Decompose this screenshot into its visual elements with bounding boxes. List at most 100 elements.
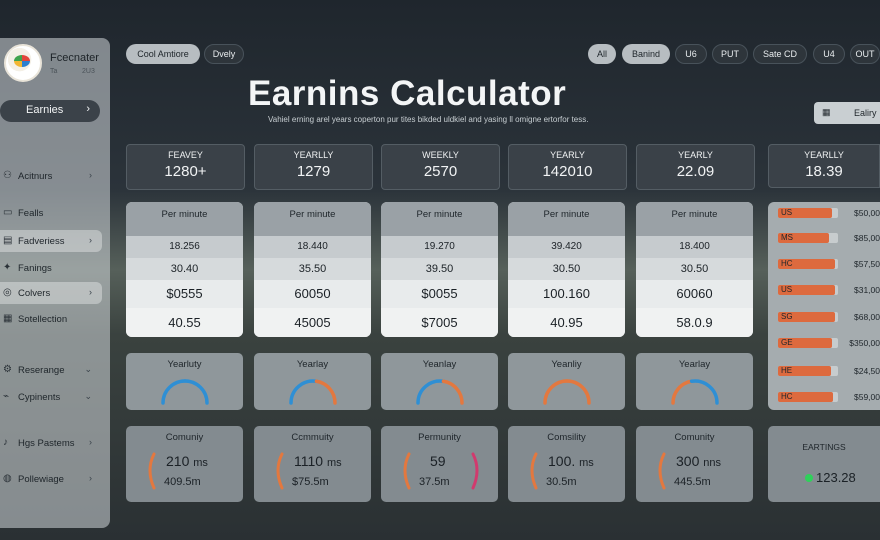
page-subtitle: Vahiel erning arel years coperton pur ti… <box>268 115 589 124</box>
stat-value: 1279 <box>296 163 331 180</box>
gauge-arc-icon <box>416 379 464 405</box>
bar-amount: $85,00 <box>854 233 880 243</box>
accent-bracket-icon <box>658 452 666 490</box>
bar-code: HE <box>781 366 793 375</box>
sidebar: Fcecnater Ta 2U3 Earnies › ⚇ Acitnurs › … <box>0 38 110 528</box>
community-card: Permunity 59 37.5m <box>381 426 498 502</box>
gauge-arc-primary <box>289 379 319 405</box>
per-minute-value: 39.420 <box>508 236 625 258</box>
pill-u6[interactable]: U6 <box>675 44 707 64</box>
accent-bracket-left <box>276 452 284 490</box>
app-logo[interactable] <box>4 44 42 82</box>
stat-card-right: YEARLLY 18.39 <box>768 144 880 188</box>
accent-bracket-icon <box>530 452 538 490</box>
pill-banind[interactable]: Banind <box>622 44 670 64</box>
sidebar-active-earnies[interactable]: Earnies › <box>0 100 100 122</box>
yearly-gauge-card: Yearluty <box>126 353 243 410</box>
stat-value: 2570 <box>423 163 458 180</box>
per-minute-value: 40.95 <box>508 308 625 337</box>
per-minute-card: Per minute 19.270 39.50 $0055 $7005 <box>381 202 498 337</box>
calendar-icon: ▦ <box>822 107 831 117</box>
graph-icon: ⌁ <box>3 391 10 402</box>
sidebar-item-label: Colvers <box>18 288 51 299</box>
bar-amount: $350,00 <box>849 338 880 348</box>
community-label: Permunity <box>418 432 461 443</box>
chevron-down-icon: ⌄ <box>84 364 92 374</box>
per-minute-value: 100.160 <box>508 280 625 308</box>
chevron-right-icon: › <box>89 235 92 245</box>
stat-value: 142010 <box>542 163 593 180</box>
per-minute-value: 45005 <box>254 308 371 337</box>
gauge-arc-secondary <box>565 379 591 405</box>
per-minute-value: 30.50 <box>636 258 753 280</box>
gauge-label: Yearlay <box>678 359 711 370</box>
chevron-right-icon: › <box>86 103 90 115</box>
bar-row: HE $24,50 <box>768 364 880 378</box>
sidebar-item-pollewiage[interactable]: ◍ Pollewiage › <box>0 468 102 490</box>
gauge-arc-icon <box>161 379 209 405</box>
pill-out[interactable]: OUT <box>850 44 880 64</box>
sidebar-item-label: Reserange <box>18 365 65 376</box>
chevron-right-icon: › <box>89 473 92 483</box>
bar-row: MS $85,00 <box>768 231 880 245</box>
stat-label: YEARLY <box>678 150 713 160</box>
sidebar-item-fealls[interactable]: ▭ Fealls <box>0 202 102 224</box>
stat-card: YEARLLY 1279 <box>254 144 373 190</box>
pill-cool-amtiore[interactable]: Cool Amtiore <box>126 44 200 64</box>
sidebar-item-reserange[interactable]: ⚙ Reserange ⌄ <box>0 359 102 381</box>
grid-icon: ▦ <box>3 313 13 324</box>
bar-amount: $24,50 <box>854 366 880 376</box>
pill-dvely[interactable]: Dvely <box>204 44 244 64</box>
chevron-down-icon: ⌄ <box>84 391 92 401</box>
stat-value: 1280+ <box>164 163 207 180</box>
gauge-label: Yearlay <box>296 359 329 370</box>
accent-bracket-right <box>471 452 479 490</box>
sidebar-item-cypinents[interactable]: ⌁ Cypinents ⌄ <box>0 386 102 408</box>
bar-code: US <box>781 285 793 294</box>
sidebar-item-hgs-pastems[interactable]: ♪ Hgs Pastems › <box>0 432 102 454</box>
bar-row: HC $59,00 <box>768 390 880 404</box>
bar-row: SG $68,00 <box>768 310 880 324</box>
pill-put[interactable]: PUT <box>712 44 748 64</box>
sidebar-item-label: Sotellection <box>18 314 68 325</box>
app-subtitle-code: 2U3 <box>82 68 95 75</box>
pill-u4[interactable]: U4 <box>813 44 845 64</box>
pill-all[interactable]: All <box>588 44 616 64</box>
earnings-value: 123.28 <box>816 470 856 485</box>
accent-bracket-left <box>658 452 666 490</box>
sidebar-active-label: Earnies <box>26 104 64 116</box>
ealiry-button[interactable]: ▦ Ealiry <box>814 102 880 124</box>
document-icon: ▤ <box>3 235 13 246</box>
bar-amount: $68,00 <box>854 312 880 322</box>
sidebar-item-sotellection[interactable]: ▦ Sotellection <box>0 308 102 330</box>
gauge-arc-icon <box>289 379 337 405</box>
people-icon: ⚇ <box>3 170 12 181</box>
community-card: Comuniy 210 ms 409.5m <box>126 426 243 502</box>
accent-bracket-icon <box>403 452 479 490</box>
bar-row: US $31,00 <box>768 283 880 297</box>
per-minute-card: Per minute 39.420 30.50 100.160 40.95 <box>508 202 625 337</box>
gauge-arc-secondary <box>689 379 719 405</box>
sidebar-item-acitnurs[interactable]: ⚇ Acitnurs › <box>0 165 102 187</box>
stat-card: YEARLY 142010 <box>508 144 627 190</box>
bar-code: HC <box>781 259 793 268</box>
stat-card: YEARLY 22.09 <box>636 144 755 190</box>
sidebar-item-colvers[interactable]: ◎ Colvers › <box>0 282 102 304</box>
app-subtitle: Ta <box>50 68 58 75</box>
sidebar-item-fadveriess[interactable]: ▤ Fadveriess › <box>0 230 102 252</box>
coin-icon: ◎ <box>3 287 12 298</box>
yearly-gauge-card: Yearlay <box>254 353 371 410</box>
gauge-label: Yeanliy <box>551 359 582 370</box>
sidebar-item-fanings[interactable]: ✦ Fanings <box>0 257 102 279</box>
per-minute-value: 60060 <box>636 280 753 308</box>
stat-card: WEEKLY 2570 <box>381 144 500 190</box>
earnings-label: EARTINGS <box>802 442 846 452</box>
star-icon: ✦ <box>3 262 12 273</box>
stat-card: FEAVEY 1280+ <box>126 144 245 190</box>
chevron-right-icon: › <box>89 437 92 447</box>
gauge-arc-icon <box>671 379 719 405</box>
pill-sate-cd[interactable]: Sate CD <box>753 44 807 64</box>
sidebar-item-label: Fanings <box>18 263 52 274</box>
yearly-gauge-card: Yeanlay <box>381 353 498 410</box>
status-dot-icon <box>805 474 813 482</box>
